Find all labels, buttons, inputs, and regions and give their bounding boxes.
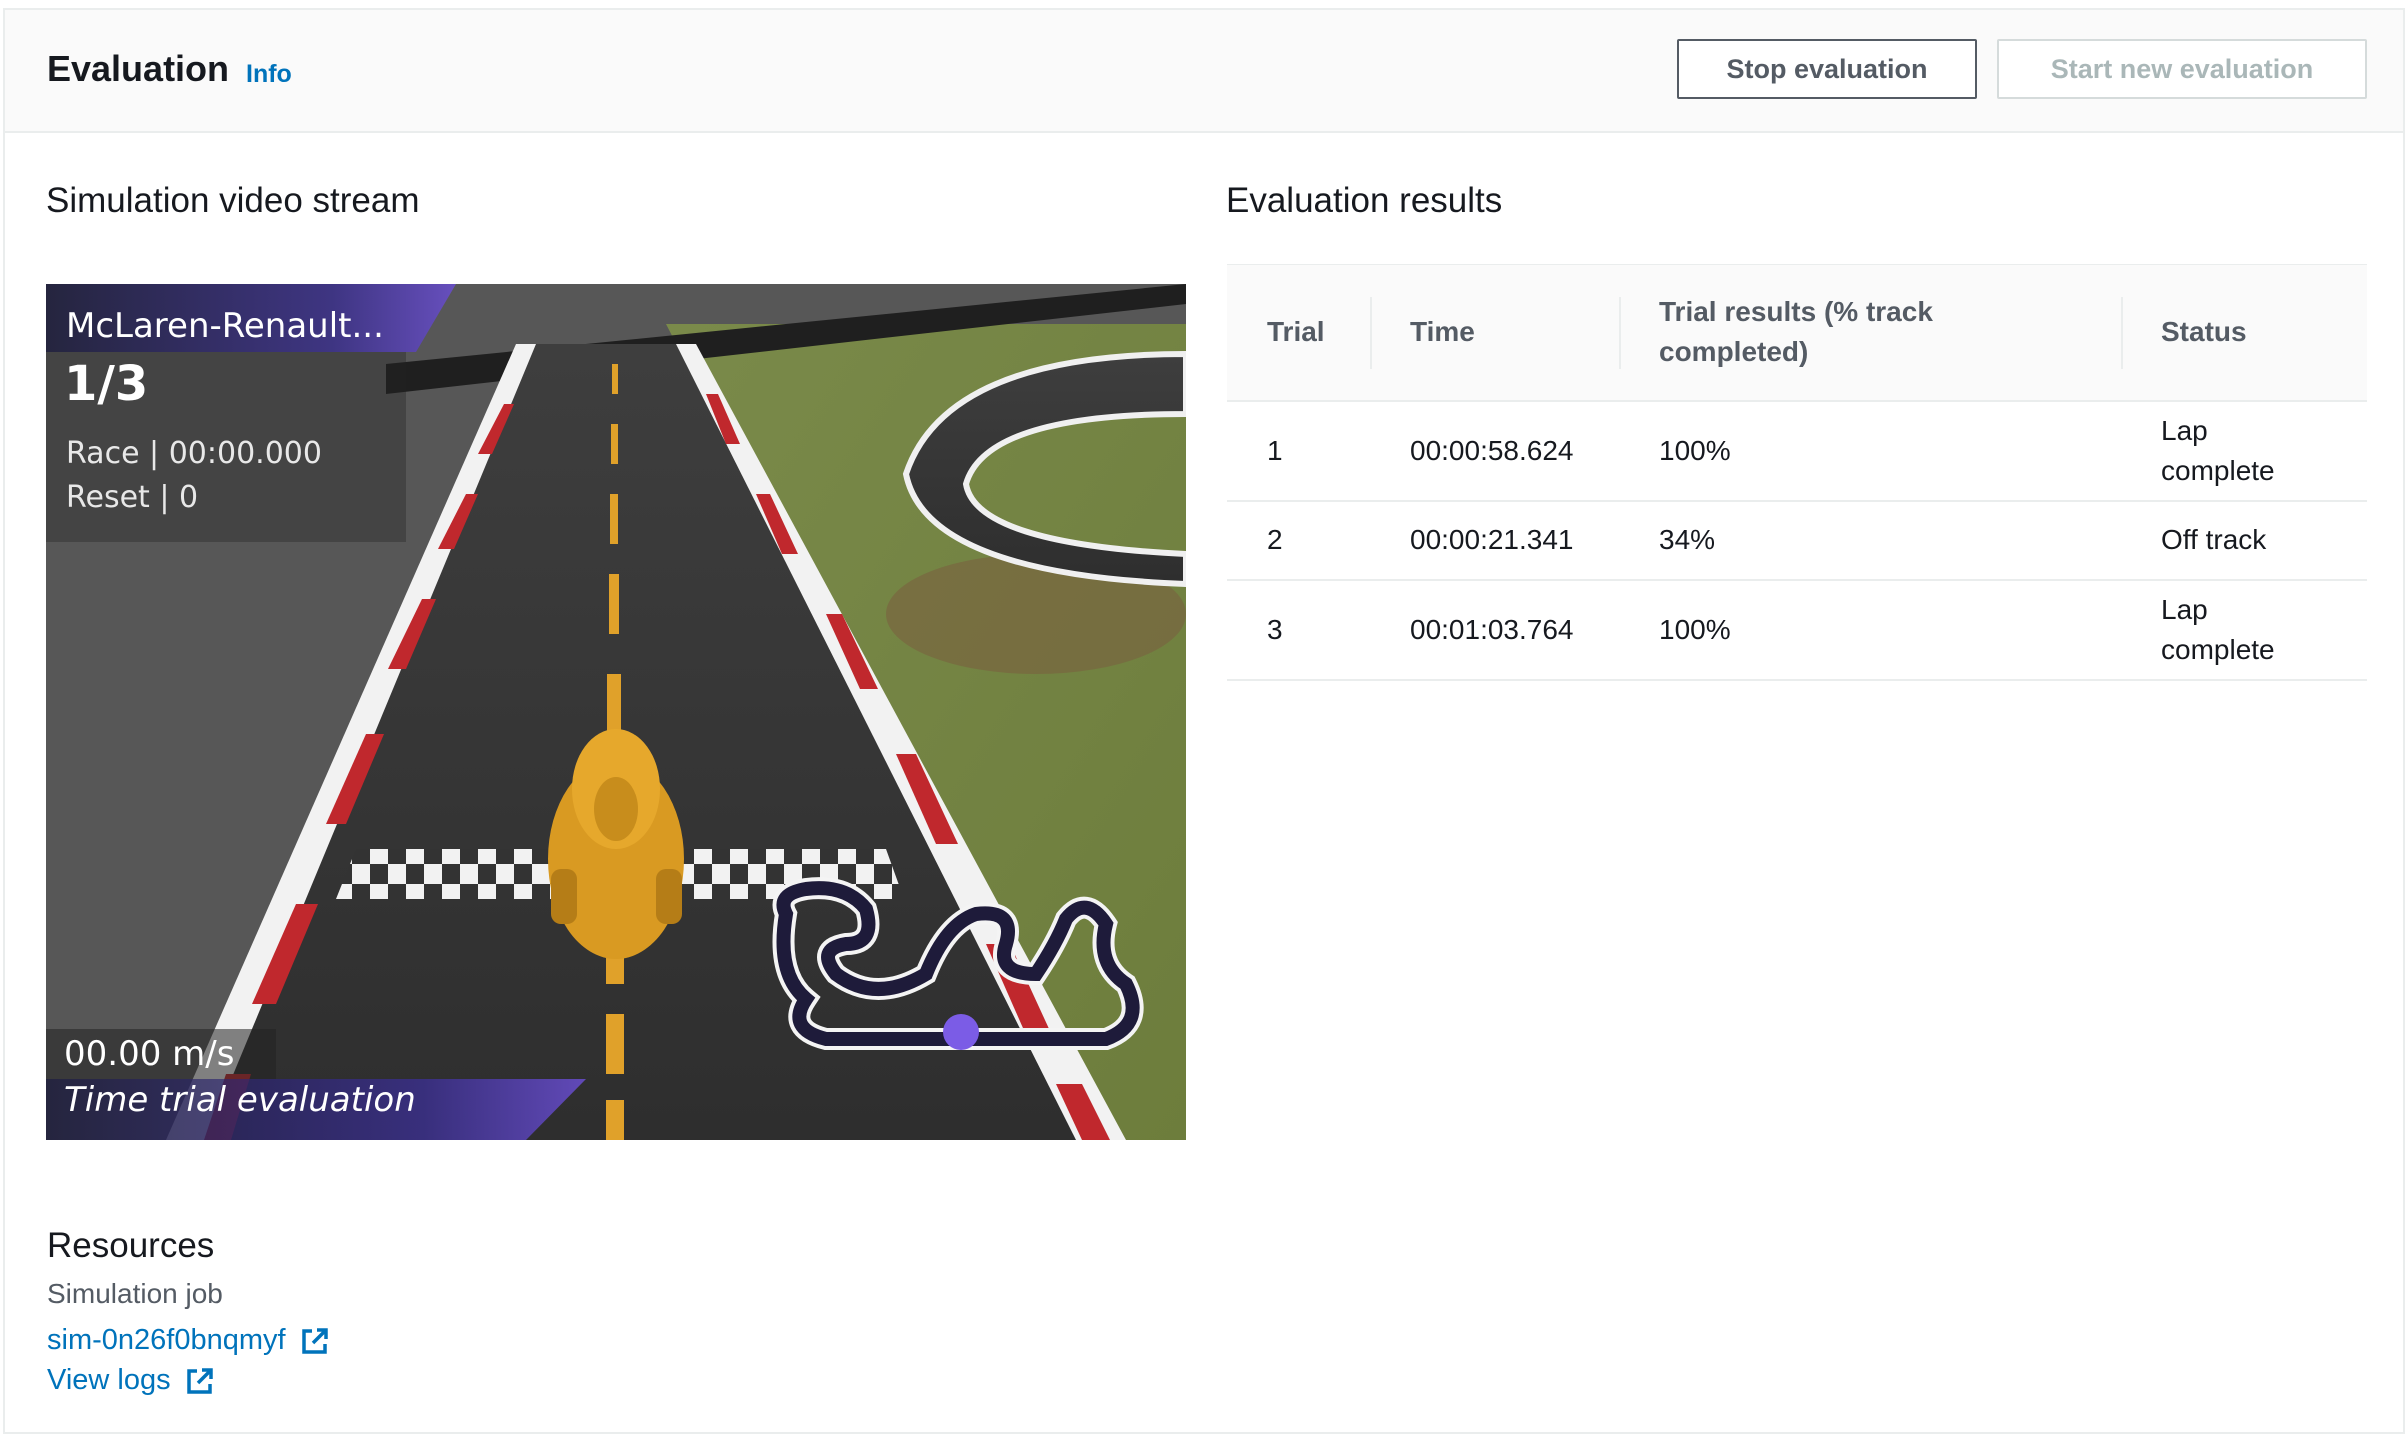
cell-result: 100%	[1659, 434, 1731, 466]
cell-trial: 3	[1267, 613, 1283, 645]
cell-trial: 2	[1267, 524, 1283, 555]
cell-status: Off track	[2161, 524, 2267, 555]
column-header-trial-results: Trial results (% track completed)	[1619, 265, 2121, 401]
start-new-evaluation-button: Start new evaluation	[1997, 39, 2367, 99]
stop-evaluation-button[interactable]: Stop evaluation	[1677, 39, 1977, 99]
table-row: 2 00:00:21.341 34% Off track	[1227, 501, 2367, 580]
simulation-job-link[interactable]: sim-0n26f0bnqmyf	[47, 1324, 330, 1357]
evaluation-results-table: Trial Time Trial results (% track comple…	[1227, 264, 2367, 681]
overlay-reset-count: Reset | 0	[66, 480, 199, 515]
track-scene-image	[46, 284, 1186, 1140]
cell-trial: 1	[1267, 434, 1283, 466]
simulation-job-label: Simulation job	[47, 1278, 223, 1309]
cell-time: 00:01:03.764	[1410, 613, 1574, 645]
cell-status: Lap complete	[2161, 593, 2275, 665]
info-link[interactable]: Info	[246, 60, 292, 89]
cell-time: 00:00:21.341	[1410, 524, 1574, 555]
overlay-race-time: Race | 00:00.000	[66, 436, 322, 471]
overlay-mode: Time trial evaluation	[64, 1080, 416, 1120]
cell-status: Lap complete	[2161, 414, 2275, 486]
external-link-icon	[301, 1327, 328, 1354]
cell-result: 34%	[1659, 524, 1716, 555]
page-title: Evaluation	[47, 48, 230, 89]
simulation-job-link-text: sim-0n26f0bnqmyf	[47, 1324, 286, 1356]
resources-heading: Resources	[47, 1226, 215, 1265]
column-header-status: Status	[2121, 265, 2367, 401]
view-logs-link-text: View logs	[47, 1364, 171, 1396]
simulation-video-stream: McLaren-Renault... 1/3 Race | 00:00.000 …	[46, 284, 1186, 1140]
video-section-title: Simulation video stream	[46, 181, 420, 220]
cell-time: 00:00:58.624	[1410, 434, 1574, 466]
cell-result: 100%	[1659, 613, 1731, 645]
table-row: 3 00:01:03.764 100% Lap complete	[1227, 580, 2367, 680]
table-header-row: Trial Time Trial results (% track comple…	[1227, 264, 2367, 401]
overlay-speed: 00.00 m/s	[64, 1034, 235, 1074]
evaluation-panel: Evaluation Info Stop evaluation Start ne…	[3, 8, 2405, 1434]
column-header-time: Time	[1370, 265, 1619, 401]
overlay-car-name: McLaren-Renault...	[66, 306, 384, 346]
panel-header: Evaluation Info Stop evaluation Start ne…	[5, 10, 2403, 133]
overlay-lap-counter: 1/3	[64, 356, 149, 412]
external-link-icon	[186, 1367, 213, 1394]
results-section-title: Evaluation results	[1226, 181, 1503, 220]
column-header-trial: Trial	[1267, 316, 1325, 348]
table-row: 1 00:00:58.624 100% Lap complete	[1227, 401, 2367, 501]
view-logs-link[interactable]: View logs	[47, 1364, 215, 1397]
